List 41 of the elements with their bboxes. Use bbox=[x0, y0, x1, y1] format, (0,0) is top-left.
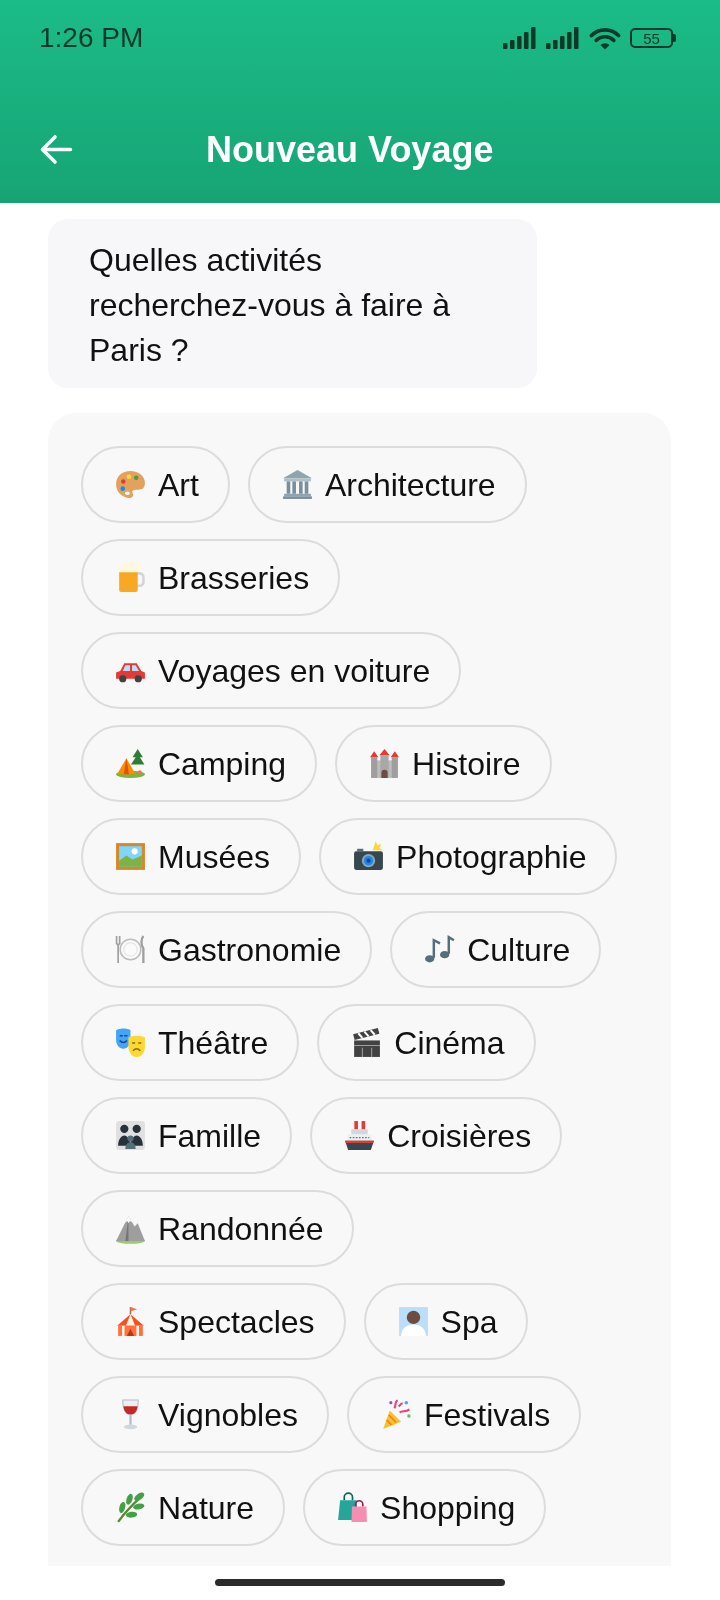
activity-chip[interactable]: Musées bbox=[81, 818, 302, 895]
question-text: Quelles activités recherchez-vous à faire à Paris ? bbox=[89, 241, 452, 370]
activity-chip[interactable]: Vignobles bbox=[81, 1376, 329, 1453]
activity-chip[interactable]: Cinéma bbox=[317, 1004, 536, 1081]
activity-chip[interactable]: Croisières bbox=[310, 1097, 563, 1174]
screen-title: Nouveau Voyage bbox=[206, 131, 494, 168]
activity-chip[interactable]: Théâtre bbox=[81, 1004, 300, 1081]
person-silhouette-icon bbox=[396, 1305, 430, 1338]
activity-chip[interactable]: Architecture bbox=[247, 446, 527, 523]
shopping-bags-icon bbox=[336, 1491, 370, 1524]
activity-chip[interactable]: Shopping bbox=[303, 1469, 547, 1546]
signal-icon bbox=[546, 27, 580, 49]
activity-chip[interactable]: Voyages en voiture bbox=[81, 632, 462, 709]
signal-icon bbox=[503, 27, 537, 49]
circus-tent-icon bbox=[114, 1305, 147, 1338]
activity-chip[interactable]: Spectacles bbox=[81, 1283, 346, 1360]
ship-icon bbox=[343, 1119, 377, 1152]
activity-chip[interactable]: Famille bbox=[81, 1097, 293, 1174]
activity-chip[interactable]: Gastronomie bbox=[81, 911, 373, 988]
camera-icon bbox=[352, 840, 386, 873]
activity-chip[interactable]: Histoire bbox=[335, 725, 552, 802]
activity-chip[interactable]: Randonnée bbox=[81, 1190, 355, 1267]
plate-cutlery-icon bbox=[114, 933, 147, 966]
framed-picture-icon bbox=[114, 840, 147, 873]
activity-chip[interactable]: Camping bbox=[81, 725, 318, 802]
activity-chip[interactable]: Festivals bbox=[346, 1376, 582, 1453]
battery-percentage: 55 bbox=[643, 30, 660, 46]
theater-masks-icon bbox=[114, 1026, 147, 1059]
back-arrow-icon bbox=[39, 134, 73, 165]
activity-chip[interactable]: Nature bbox=[81, 1469, 286, 1546]
activity-chip[interactable]: Photographie bbox=[319, 818, 618, 895]
family-icon bbox=[114, 1119, 147, 1152]
tent-icon bbox=[114, 747, 147, 780]
activity-chip[interactable]: Brasseries bbox=[81, 539, 341, 616]
activity-chip[interactable]: Culture bbox=[390, 911, 602, 988]
status-time: 1:26 PM bbox=[39, 21, 144, 55]
classical-building-icon bbox=[280, 468, 314, 501]
activity-chip[interactable]: Art bbox=[81, 446, 230, 523]
wifi-icon bbox=[589, 26, 621, 50]
palette-icon bbox=[114, 468, 147, 501]
activity-chip[interactable]: Spa bbox=[363, 1283, 529, 1360]
